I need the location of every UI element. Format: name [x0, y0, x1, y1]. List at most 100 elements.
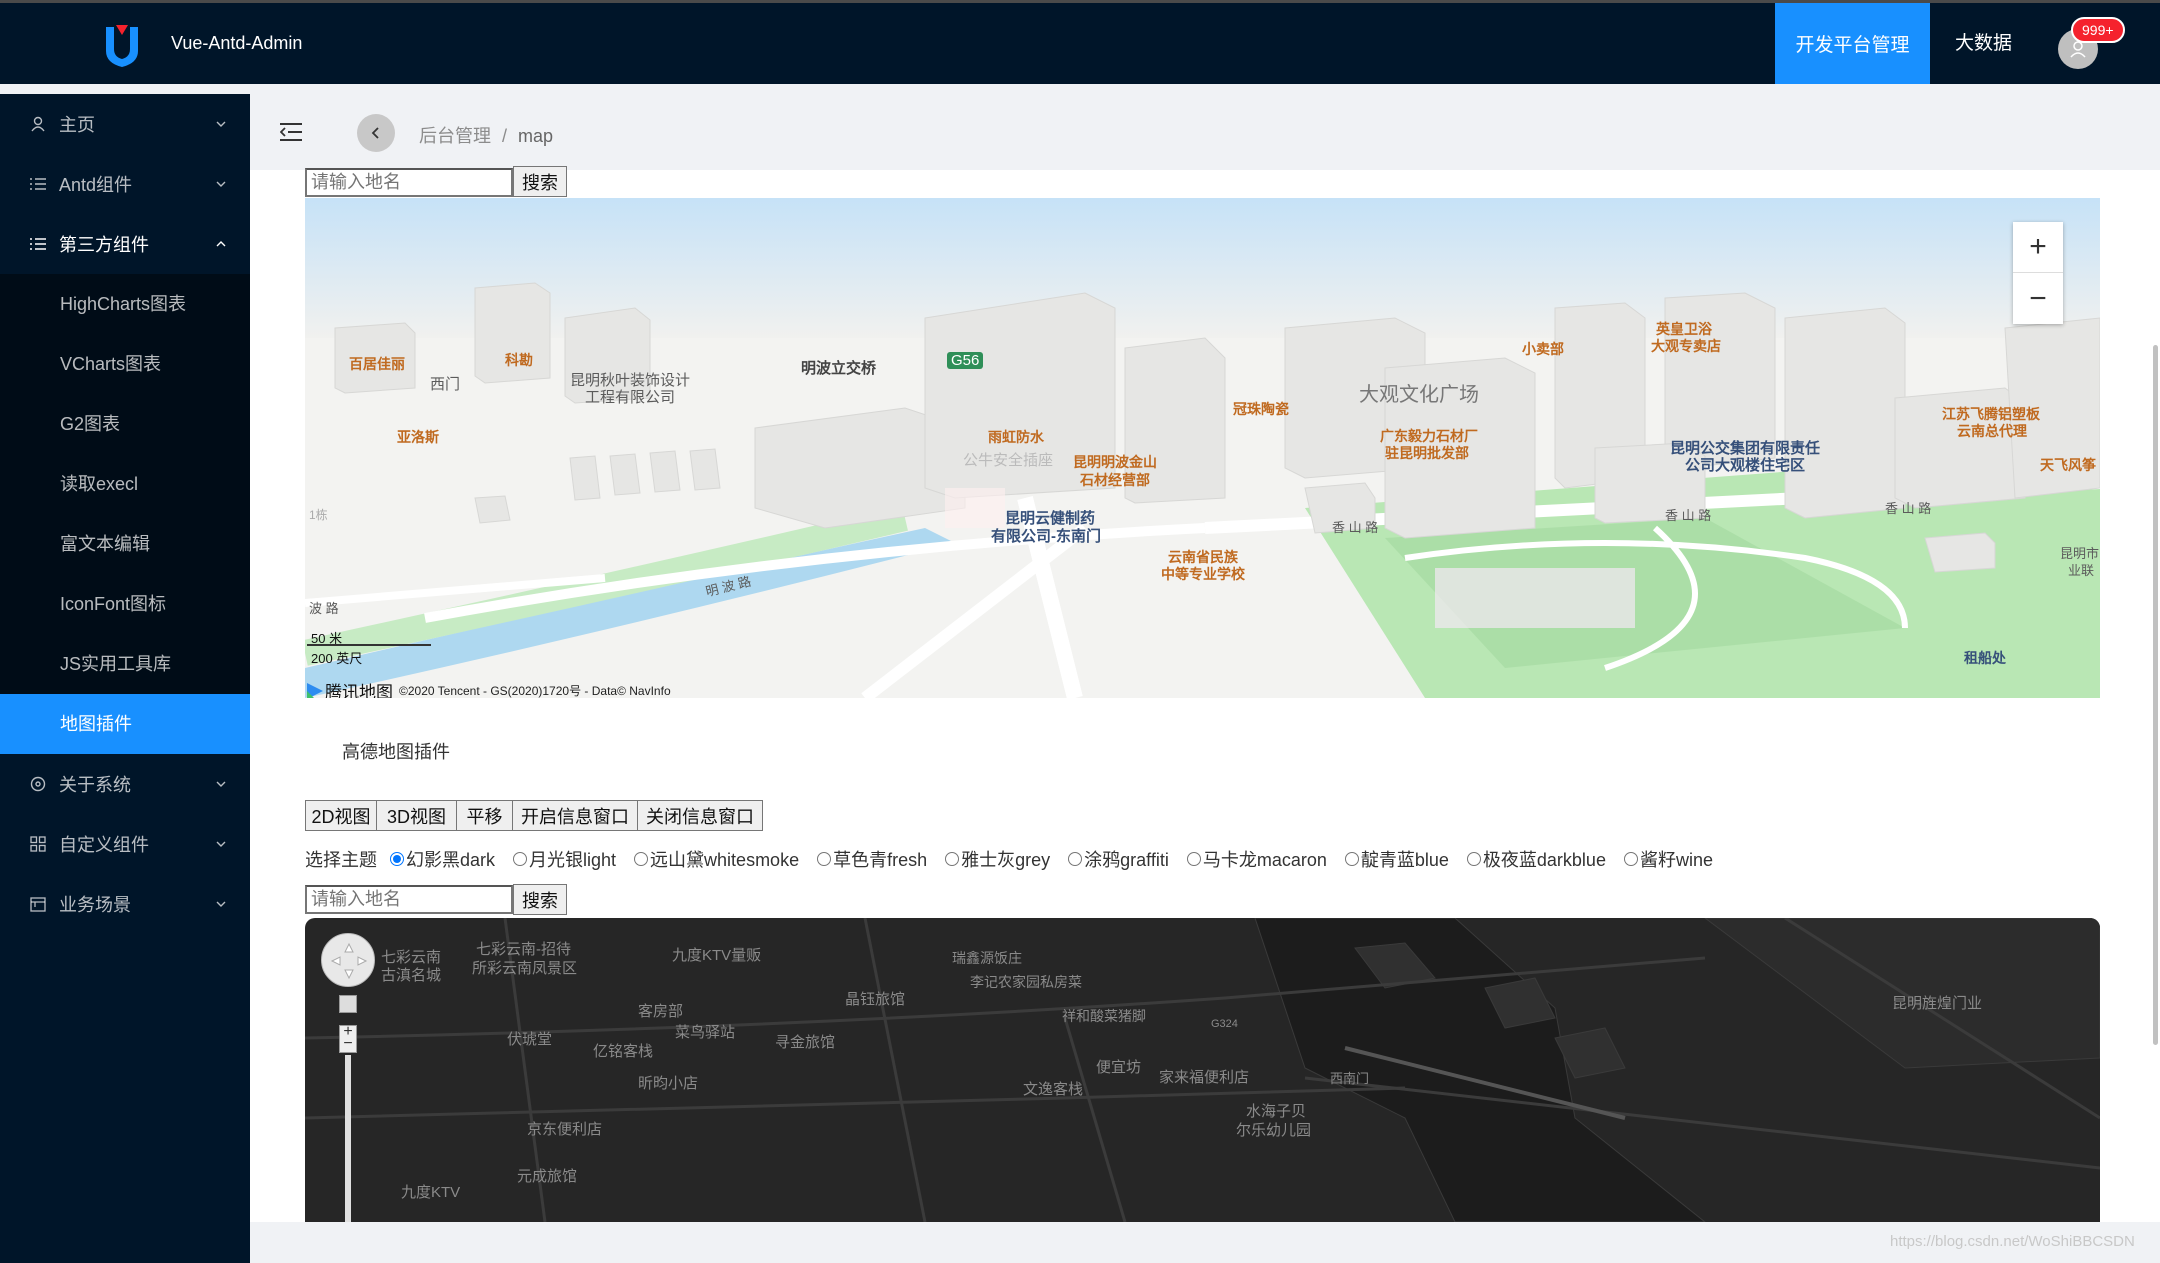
back-button[interactable] — [357, 114, 395, 152]
search-input-top[interactable] — [305, 168, 513, 197]
search-button-top[interactable]: 搜索 — [513, 166, 567, 197]
map-poi[interactable]: 驻昆明批发部 — [1385, 443, 1469, 463]
submenu-item-execl[interactable]: 读取execl — [0, 454, 250, 514]
submenu-item-js-utils[interactable]: JS实用工具库 — [0, 634, 250, 694]
open-info-window-button[interactable]: 开启信息窗口 — [512, 800, 638, 831]
amap-map[interactable]: 七彩云南 古滇名城 七彩云南-招待 所彩云南凤景区 九度KTV量贩 瑞鑫源饭庄 … — [305, 918, 2100, 1222]
radio[interactable] — [1344, 852, 1359, 866]
map-poi[interactable]: 亚洛斯 — [397, 427, 439, 447]
submenu-item-rich-text[interactable]: 富文本编辑 — [0, 514, 250, 574]
watermark: https://blog.csdn.net/WoShiBBCSDN — [1890, 1233, 2135, 1250]
map-poi[interactable]: 昆明明波金山 — [1073, 452, 1157, 472]
chevron-up-icon — [216, 241, 226, 247]
sidebar-item-label: Antd组件 — [59, 175, 133, 195]
theme-option-light[interactable]: 月光银light — [513, 846, 616, 872]
theme-option-dark[interactable]: 幻影黑dark — [390, 846, 495, 872]
map-poi[interactable]: 大观专卖店 — [1651, 336, 1721, 356]
map-label: 客房部 — [638, 1003, 684, 1020]
zoom-slider-track[interactable] — [345, 1055, 351, 1222]
radio[interactable] — [634, 852, 649, 866]
theme-option-darkblue[interactable]: 极夜蓝darkblue — [1466, 846, 1606, 872]
info-circle-icon — [28, 774, 48, 794]
close-info-window-button[interactable]: 关闭信息窗口 — [637, 800, 763, 831]
submenu-item-highcharts[interactable]: HighCharts图表 — [0, 274, 250, 334]
theme-option-grey[interactable]: 雅士灰grey — [945, 846, 1050, 872]
tencent-map-logo-icon — [307, 682, 323, 698]
tencent-map-brand: 腾讯地图 — [325, 683, 393, 698]
map-label: 公牛安全插座 — [963, 452, 1054, 469]
submenu-item-g2[interactable]: G2图表 — [0, 394, 250, 454]
search-button-bottom[interactable]: 搜索 — [513, 884, 567, 915]
menu-fold-icon[interactable] — [280, 122, 302, 142]
user-icon — [28, 114, 48, 134]
map-label: 菜鸟驿站 — [675, 1024, 736, 1041]
sidebar-item-third-party[interactable]: 第三方组件 — [0, 214, 250, 274]
map-label: 伏琥堂 — [507, 1031, 553, 1048]
zoom-in-button[interactable]: + — [2013, 222, 2063, 273]
theme-option-label: 月光银light — [529, 850, 617, 870]
map-poi[interactable]: 天飞风筝 — [2040, 455, 2096, 475]
submenu-item-iconfont[interactable]: IconFont图标 — [0, 574, 250, 634]
radio[interactable] — [1068, 852, 1083, 866]
theme-option-blue[interactable]: 靛青蓝blue — [1344, 846, 1449, 872]
nav-dev-platform[interactable]: 开发平台管理 — [1775, 3, 1930, 84]
search-input-bottom[interactable] — [305, 885, 513, 914]
map-label: 公司大观楼住宅区 — [1685, 457, 1806, 474]
map-label: 家来福便利店 — [1159, 1069, 1250, 1086]
top-bar: Vue-Antd-Admin 开发平台管理 大数据 999+ — [0, 0, 2160, 84]
map-poi[interactable]: 中等专业学校 — [1161, 564, 1245, 584]
sidebar-item-antd[interactable]: Antd组件 — [0, 154, 250, 214]
3d-view-button[interactable]: 3D视图 — [376, 800, 457, 831]
theme-option-label: 远山黛whitesmoke — [650, 850, 800, 870]
map-poi[interactable]: 小卖部 — [1522, 339, 1564, 359]
appstore-icon — [28, 834, 48, 854]
radio[interactable] — [1623, 852, 1638, 866]
chevron-down-icon — [216, 841, 226, 847]
pan-button[interactable]: 平移 — [456, 800, 513, 831]
map-poi[interactable]: 科勘 — [505, 350, 533, 370]
map-label: 亿铭客栈 — [593, 1043, 654, 1060]
map-poi[interactable]: 雨虹防水 — [988, 427, 1044, 447]
compass-icon — [330, 942, 368, 980]
sidebar-item-custom[interactable]: 自定义组件 — [0, 814, 250, 874]
sidebar-item-about[interactable]: 关于系统 — [0, 754, 250, 814]
map-copyright: ©2020 Tencent - GS(2020)1720号 - Data© Na… — [399, 684, 671, 698]
tencent-map[interactable]: 百居佳丽 科勘 西门 昆明秋叶装饰设计 工程有限公司 明波立交桥 G56 亚洛斯… — [305, 198, 2100, 698]
sidebar-item-home[interactable]: 主页 — [0, 94, 250, 154]
theme-option-wine[interactable]: 酱籽wine — [1623, 846, 1713, 872]
sidebar-item-business[interactable]: 业务场景 — [0, 874, 250, 934]
submenu-item-vcharts[interactable]: VCharts图表 — [0, 334, 250, 394]
radio[interactable] — [945, 852, 960, 866]
road-label: 香 山 路 — [1885, 501, 1932, 516]
theme-option-graffiti[interactable]: 涂鸦graffiti — [1068, 846, 1169, 872]
submenu-item-map-plugin[interactable]: 地图插件 — [0, 694, 250, 754]
breadcrumb-parent[interactable]: 后台管理 — [419, 126, 491, 146]
zoom-slider-buttons[interactable]: + − — [339, 1024, 357, 1053]
pan-center-icon[interactable] — [339, 995, 357, 1013]
page-scrollbar[interactable] — [2153, 345, 2158, 1045]
radio-checked[interactable] — [390, 852, 404, 866]
compass-control[interactable] — [321, 933, 375, 987]
theme-option-whitesmoke[interactable]: 远山黛whitesmoke — [634, 846, 799, 872]
nav-big-data[interactable]: 大数据 — [1955, 3, 2012, 84]
breadcrumb-current: map — [518, 126, 554, 146]
map-poi[interactable]: 百居佳丽 — [349, 354, 405, 374]
theme-option-macaron[interactable]: 马卡龙macaron — [1186, 846, 1327, 872]
map-poi[interactable]: 冠珠陶瓷 — [1233, 399, 1289, 419]
breadcrumb: 后台管理 / map — [419, 122, 553, 148]
map-label: 便宜坊 — [1096, 1059, 1142, 1076]
2d-view-button[interactable]: 2D视图 — [305, 800, 377, 831]
map-poi[interactable]: 云南总代理 — [1957, 421, 2027, 441]
theme-option-fresh[interactable]: 草色青fresh — [817, 846, 927, 872]
chevron-down-icon — [216, 121, 226, 127]
theme-option-label: 草色青fresh — [833, 850, 928, 870]
map-label: 西南门 — [1330, 1071, 1370, 1086]
zoom-out-button[interactable]: − — [2013, 273, 2063, 324]
radio[interactable] — [1186, 852, 1201, 866]
theme-option-label: 涂鸦graffiti — [1084, 850, 1169, 870]
radio[interactable] — [817, 852, 832, 866]
radio[interactable] — [513, 852, 528, 866]
map-poi[interactable]: 石材经营部 — [1080, 470, 1150, 490]
theme-option-label: 酱籽wine — [1639, 850, 1713, 870]
radio[interactable] — [1466, 852, 1481, 866]
